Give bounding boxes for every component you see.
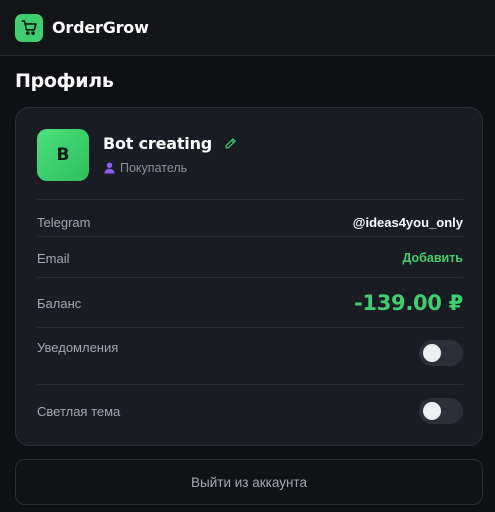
app-title: OrderGrow <box>52 18 149 37</box>
light-theme-row: Светлая тема <box>37 391 463 431</box>
telegram-label: Telegram <box>37 214 91 230</box>
user-role-label: Покупатель <box>120 161 188 175</box>
pencil-icon[interactable] <box>224 137 237 150</box>
user-role: Покупатель <box>104 161 187 175</box>
balance-label: Баланс <box>37 295 82 311</box>
email-row: Email Добавить <box>37 240 463 276</box>
logout-button[interactable]: Выйти из аккаунта <box>15 459 483 505</box>
divider <box>37 327 463 328</box>
divider <box>37 277 463 278</box>
user-name: Bot creating <box>103 134 213 153</box>
light-theme-toggle[interactable] <box>419 398 463 424</box>
divider <box>37 236 463 237</box>
user-icon <box>104 162 115 174</box>
balance-row: Баланс -139.00 ₽ <box>37 283 463 323</box>
light-theme-label: Светлая тема <box>37 403 121 419</box>
profile-name-row: Bot creating <box>103 134 237 153</box>
divider <box>37 199 463 200</box>
shopping-cart-icon <box>21 20 37 36</box>
avatar: B <box>37 129 89 181</box>
email-label: Email <box>37 250 70 266</box>
toggle-knob <box>423 402 441 420</box>
telegram-value: @ideas4you_only <box>352 214 463 230</box>
add-email-link[interactable]: Добавить <box>402 251 463 265</box>
notifications-label: Уведомления <box>37 340 119 355</box>
divider <box>37 384 463 385</box>
balance-value: -139.00 ₽ <box>354 291 463 315</box>
top-bar: OrderGrow <box>0 0 495 56</box>
notifications-toggle[interactable] <box>419 340 463 366</box>
telegram-row: Telegram @ideas4you_only <box>37 204 463 240</box>
page-title: Профиль <box>15 70 114 92</box>
notifications-row: Уведомления <box>37 333 463 373</box>
profile-card: B Bot creating Покупатель Telegram @idea… <box>15 107 483 446</box>
toggle-knob <box>423 344 441 362</box>
app-logo[interactable] <box>15 13 43 42</box>
